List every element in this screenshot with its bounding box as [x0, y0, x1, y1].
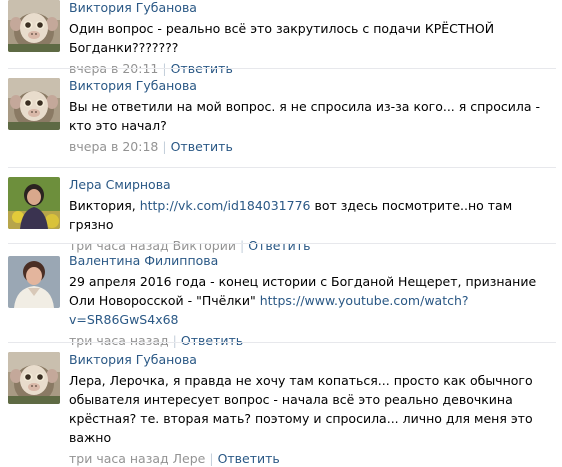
- reply-button[interactable]: Ответить: [171, 139, 233, 154]
- comment-text: 29 апреля 2016 года - конец истории с Бо…: [69, 272, 549, 329]
- comment-text: Один вопрос - реально всё это закрутилос…: [69, 21, 495, 55]
- comment-body: Виктория Губанова Вы не ответили на мой …: [69, 78, 549, 155]
- comment-author-link[interactable]: Лера Смирнова: [69, 177, 549, 193]
- comment-divider: [8, 167, 556, 168]
- monkey-avatar-icon: [8, 352, 60, 404]
- comment-author-link[interactable]: Виктория Губанова: [69, 352, 549, 368]
- comment-body: Валентина Филиппова 29 апреля 2016 года …: [69, 253, 549, 349]
- comment-timestamp[interactable]: три часа назад Лере: [69, 451, 205, 466]
- avatar[interactable]: [8, 352, 60, 404]
- avatar[interactable]: [8, 256, 60, 308]
- comment-timestamp[interactable]: три часа назад: [69, 333, 169, 348]
- comment-meta: три часа назад Лере | Ответить: [69, 451, 549, 467]
- meta-separator: |: [239, 238, 245, 253]
- reply-button[interactable]: Ответить: [218, 451, 280, 466]
- comment-text: Виктория, http://vk.com/id184031776 вот …: [69, 196, 549, 234]
- comment-meta: три часа назад Виктории | Ответить: [69, 238, 549, 254]
- comment-divider: [8, 342, 556, 343]
- woman-portrait-avatar-icon: [8, 256, 60, 308]
- comment-text-prefix: Виктория,: [69, 198, 140, 213]
- avatar[interactable]: [8, 177, 60, 229]
- comment-body: Виктория Губанова Лера, Лерочка, я правд…: [69, 352, 549, 467]
- monkey-avatar-icon: [8, 78, 60, 130]
- meta-separator: |: [162, 139, 167, 154]
- reply-button[interactable]: Ответить: [248, 238, 310, 253]
- comment-text: Вы не ответили на мой вопрос. я не спрос…: [69, 99, 540, 133]
- avatar[interactable]: [8, 0, 60, 52]
- reply-button[interactable]: Ответить: [181, 333, 243, 348]
- comment-meta: вчера в 20:18 | Ответить: [69, 139, 549, 155]
- avatar[interactable]: [8, 78, 60, 130]
- comment-author-link[interactable]: Виктория Губанова: [69, 0, 549, 16]
- comment-author-link[interactable]: Валентина Филиппова: [69, 253, 549, 269]
- comment-meta: три часа назад | Ответить: [69, 333, 549, 349]
- profile-link[interactable]: http://vk.com/id184031776: [140, 198, 311, 213]
- monkey-avatar-icon: [8, 0, 60, 52]
- comment-meta: вчера в 20:11|Ответить: [69, 61, 549, 77]
- comment-divider: [8, 243, 556, 244]
- comment-text: Лера, Лерочка, я правда не хочу там копа…: [69, 373, 533, 445]
- woman-photo-avatar-icon: [8, 177, 60, 229]
- comment-author-link[interactable]: Виктория Губанова: [69, 78, 549, 94]
- comment-timestamp[interactable]: вчера в 20:18: [69, 139, 158, 154]
- comment-divider: [8, 68, 556, 69]
- comment-body: Виктория Губанова Один вопрос - реально …: [69, 0, 549, 77]
- meta-separator: |: [209, 451, 214, 466]
- meta-separator: |: [172, 333, 177, 348]
- comment-timestamp[interactable]: три часа назад Виктории: [69, 238, 236, 253]
